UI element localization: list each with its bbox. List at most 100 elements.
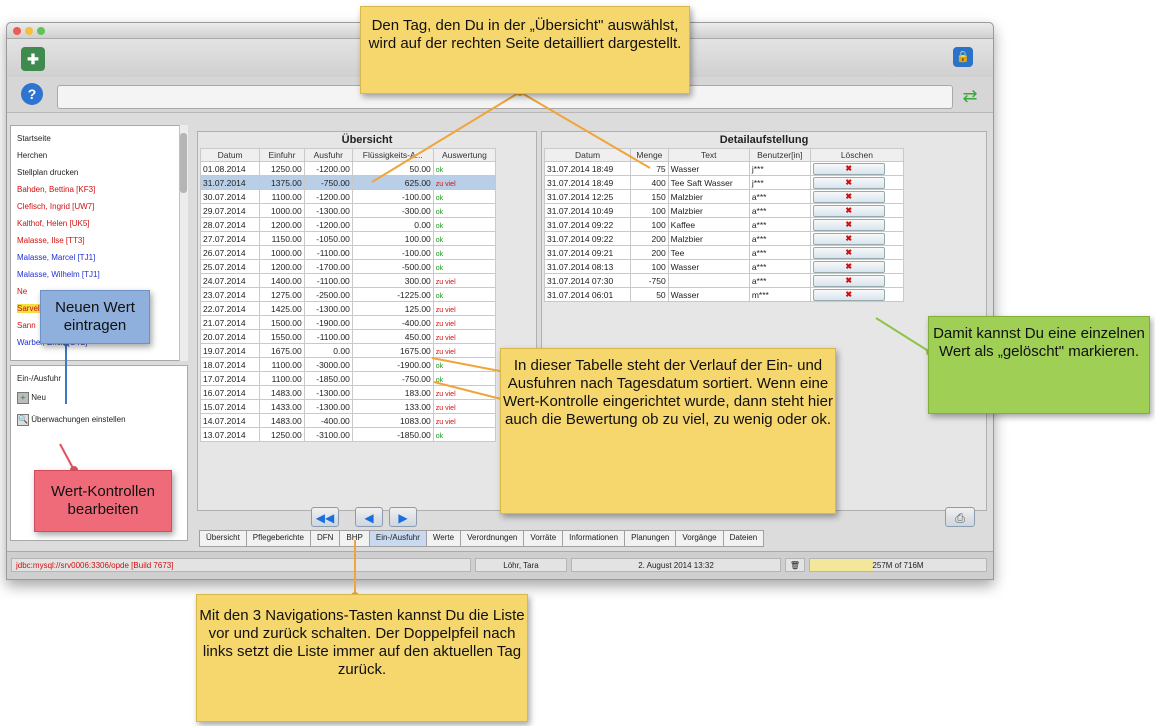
sidebar-item[interactable]: Malasse, Marcel [TJ1]	[17, 253, 95, 262]
table-cell: Malzbier	[667, 189, 750, 204]
table-row[interactable]: 31.07.2014 18:49 75 Wasser j*** ✖	[543, 161, 905, 176]
sidebar-item[interactable]: Ne	[17, 287, 27, 296]
tab[interactable]: Pflegeberichte	[245, 530, 311, 547]
table-row[interactable]: 31.07.2014 09:21 200 Tee a*** ✖	[543, 245, 905, 260]
table-row[interactable]: 14.07.2014 1483.00 -400.00 1083.00 zu viel	[199, 413, 497, 428]
sidebar-item[interactable]: Herchen	[17, 151, 47, 160]
table-cell: 23.07.2014	[199, 287, 261, 302]
sidebar-item[interactable]: Kalthof, Helen [UK5]	[17, 219, 89, 228]
table-cell: 1433.00	[259, 399, 305, 414]
table-row[interactable]: 01.08.2014 1250.00 -1200.00 50.00 ok	[199, 161, 497, 176]
refresh-icon[interactable]: ⇄	[959, 85, 981, 107]
delete-button[interactable]: ✖	[812, 204, 885, 217]
delete-button[interactable]: ✖	[812, 274, 885, 287]
table-row[interactable]: 31.07.2014 12:25 150 Malzbier a*** ✖	[543, 189, 905, 204]
table-row[interactable]: 31.07.2014 06:01 50 Wasser m*** ✖	[543, 287, 905, 302]
table-row[interactable]: 16.07.2014 1483.00 -1300.00 183.00 zu viel	[199, 385, 497, 400]
minimize-window-button[interactable]	[25, 27, 33, 35]
lock-icon[interactable]: 🔒	[953, 47, 973, 67]
table-row[interactable]: 31.07.2014 09:22 100 Kaffee a*** ✖	[543, 217, 905, 232]
column-header[interactable]: Datum	[199, 148, 261, 162]
table-row[interactable]: 25.07.2014 1200.00 -1700.00 -500.00 ok	[199, 259, 497, 274]
sidebar-item[interactable]: Clefisch, Ingrid [UW7]	[17, 202, 94, 211]
tab[interactable]: Vorräte	[523, 530, 564, 547]
tab[interactable]: Vorgänge	[675, 530, 724, 547]
nav-forward-button[interactable]: ▶	[389, 507, 417, 527]
column-header[interactable]: Flüssigkeits-A...	[351, 148, 434, 162]
new-entry-button[interactable]: + Neu	[17, 392, 46, 404]
table-cell: 1100.00	[259, 189, 305, 204]
table-row[interactable]: 20.07.2014 1550.00 -1100.00 450.00 zu viel	[199, 329, 497, 344]
delete-button[interactable]: ✖	[812, 190, 885, 203]
table-row[interactable]: 26.07.2014 1000.00 -1100.00 -100.00 ok	[199, 245, 497, 260]
table-row[interactable]: 22.07.2014 1425.00 -1300.00 125.00 zu viel	[199, 301, 497, 316]
table-row[interactable]: 30.07.2014 1100.00 -1200.00 -100.00 ok	[199, 189, 497, 204]
column-header[interactable]: Auswertung	[432, 148, 497, 162]
table-row[interactable]: 31.07.2014 07:30 -750 a*** ✖	[543, 273, 905, 288]
table-row[interactable]: 31.07.2014 18:49 400 Tee Saft Wasser j*** ✖	[543, 175, 905, 190]
delete-button[interactable]: ✖	[812, 232, 885, 245]
evaluation-cell: zu viel	[432, 399, 497, 414]
trash-icon[interactable]: 🗑	[785, 558, 805, 572]
table-row[interactable]: 23.07.2014 1275.00 -2500.00 -1225.00 ok	[199, 287, 497, 302]
table-cell: a***	[748, 203, 811, 218]
delete-button[interactable]: ✖	[812, 260, 885, 273]
table-row[interactable]: 18.07.2014 1100.00 -3000.00 -1900.00 ok	[199, 357, 497, 372]
table-row[interactable]: 29.07.2014 1000.00 -1300.00 -300.00 ok	[199, 203, 497, 218]
column-header[interactable]: Einfuhr	[259, 148, 305, 162]
medical-kit-icon[interactable]: ✚	[21, 47, 45, 71]
sidebar-item[interactable]: Stellplan drucken	[17, 168, 78, 177]
column-header[interactable]: Benutzer[in]	[748, 148, 811, 162]
table-row[interactable]: 31.07.2014 09:22 200 Malzbier a*** ✖	[543, 231, 905, 246]
delete-button[interactable]: ✖	[812, 288, 885, 301]
table-row[interactable]: 15.07.2014 1433.00 -1300.00 133.00 zu viel	[199, 399, 497, 414]
delete-cell: ✖	[809, 175, 905, 190]
table-row[interactable]: 17.07.2014 1100.00 -1850.00 -750.00 ok	[199, 371, 497, 386]
table-cell: 1375.00	[259, 175, 305, 190]
table-row[interactable]: 27.07.2014 1150.00 -1050.00 100.00 ok	[199, 231, 497, 246]
tab[interactable]: Dateien	[722, 530, 765, 547]
print-button[interactable]: ⎙	[945, 507, 975, 527]
column-header[interactable]: Löschen	[809, 148, 905, 162]
evaluation-cell: ok	[432, 287, 497, 302]
monitoring-settings-label: Überwachungen einstellen	[31, 415, 126, 424]
delete-button[interactable]: ✖	[812, 176, 885, 189]
monitoring-settings-button[interactable]: 🔍 Überwachungen einstellen	[17, 414, 126, 426]
tab[interactable]: Ein-/Ausfuhr	[368, 530, 427, 547]
tab[interactable]: Informationen	[562, 530, 626, 547]
tab[interactable]: Werte	[425, 530, 462, 547]
nav-today-button[interactable]: ◀◀	[311, 507, 339, 527]
zoom-window-button[interactable]	[37, 27, 45, 35]
tab[interactable]: DFN	[309, 530, 341, 547]
column-header[interactable]: Text	[667, 148, 750, 162]
table-row[interactable]: 31.07.2014 08:13 100 Wasser a*** ✖	[543, 259, 905, 274]
tab[interactable]: Verordnungen	[460, 530, 525, 547]
nav-back-button[interactable]: ◀	[355, 507, 383, 527]
table-cell: 22.07.2014	[199, 301, 261, 316]
delete-button[interactable]: ✖	[812, 246, 885, 259]
sidebar-item[interactable]: Sann	[17, 321, 36, 330]
sidebar-scroll-thumb[interactable]	[180, 133, 187, 193]
table-row[interactable]: 21.07.2014 1500.00 -1900.00 -400.00 zu viel	[199, 315, 497, 330]
tab[interactable]: Planungen	[624, 530, 677, 547]
column-header[interactable]: Datum	[543, 148, 632, 162]
tab[interactable]: Übersicht	[199, 530, 247, 547]
sidebar-item[interactable]: Malasse, Wilhelm [TJ1]	[17, 270, 100, 279]
table-cell: -1850.00	[303, 371, 353, 386]
table-row[interactable]: 31.07.2014 10:49 100 Malzbier a*** ✖	[543, 203, 905, 218]
table-row[interactable]: 24.07.2014 1400.00 -1100.00 300.00 zu viel	[199, 273, 497, 288]
sidebar-item[interactable]: Malasse, Ilse [TT3]	[17, 236, 85, 245]
table-row[interactable]: 31.07.2014 1375.00 -750.00 625.00 zu viel	[199, 175, 497, 190]
delete-button[interactable]: ✖	[812, 218, 885, 231]
help-icon[interactable]: ?	[21, 83, 43, 105]
table-row[interactable]: 28.07.2014 1200.00 -1200.00 0.00 ok	[199, 217, 497, 232]
close-window-button[interactable]	[13, 27, 21, 35]
table-row[interactable]: 19.07.2014 1675.00 0.00 1675.00 zu viel	[199, 343, 497, 358]
sidebar-item[interactable]: Bahden, Bettina [KF3]	[17, 185, 95, 194]
tab[interactable]: BHP	[339, 530, 370, 547]
table-row[interactable]: 13.07.2014 1250.00 -3100.00 -1850.00 ok	[199, 427, 497, 442]
delete-button[interactable]: ✖	[812, 162, 885, 175]
column-header[interactable]: Ausfuhr	[303, 148, 353, 162]
column-header[interactable]: Menge	[630, 148, 669, 162]
sidebar-item[interactable]: Startseite	[17, 134, 51, 143]
